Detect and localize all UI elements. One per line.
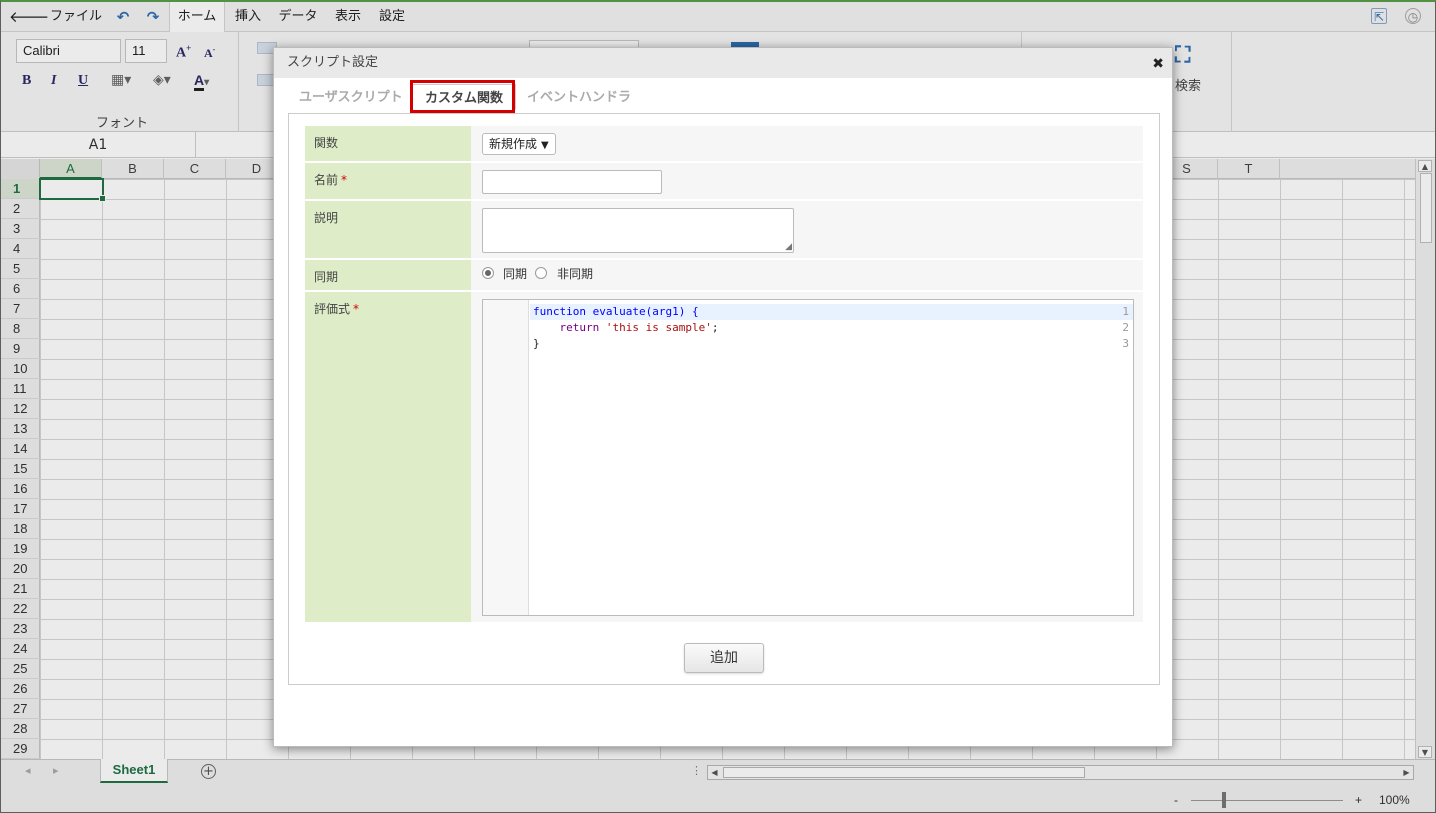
resize-grip-icon[interactable]: ◢ [785, 242, 792, 252]
name-row: 名前 * [305, 163, 1143, 199]
line-number: 2 [1122, 321, 1129, 334]
code-editor[interactable]: 1 2 3 function evaluate(arg1) { return '… [482, 299, 1134, 616]
async-radio-label[interactable]: 非同期 [557, 265, 593, 282]
tab-highlight-box [410, 80, 515, 113]
function-row: 関数 新規作成 ▼ [305, 126, 1143, 161]
custom-function-panel: 関数 新規作成 ▼ 名前 * 説明 ◢ 同期 同期 非同期 評価式 * 1 2 3 [288, 113, 1160, 685]
line-number-gutter [483, 300, 529, 615]
sync-radio[interactable] [482, 267, 494, 279]
tab-user-script[interactable]: ユーザスクリプト [299, 84, 403, 110]
async-radio[interactable] [535, 267, 547, 279]
description-label: 説明 [305, 201, 471, 258]
expression-row: 評価式 * 1 2 3 function evaluate(arg1) { ret… [305, 292, 1143, 622]
sync-radio-label[interactable]: 同期 [503, 265, 527, 282]
dialog-title: スクリプト設定 [274, 48, 1172, 78]
function-label: 関数 [305, 126, 471, 161]
sync-row: 同期 同期 非同期 [305, 260, 1143, 290]
line-number: 1 [1122, 305, 1129, 318]
code-line: return 'this is sample'; [559, 321, 719, 334]
script-settings-dialog: スクリプト設定 ✖ ユーザスクリプト カスタム関数 イベントハンドラ 関数 新規… [273, 47, 1173, 747]
function-select-value: 新規作成 [489, 137, 538, 151]
code-line: function evaluate(arg1) { [533, 305, 699, 318]
code-line: } [533, 337, 540, 350]
close-icon[interactable]: ✖ [1152, 48, 1164, 78]
name-input[interactable] [482, 170, 662, 194]
description-textarea[interactable]: ◢ [482, 208, 794, 253]
sync-label: 同期 [305, 260, 471, 290]
tab-event-handler[interactable]: イベントハンドラ [527, 84, 631, 110]
description-row: 説明 ◢ [305, 201, 1143, 258]
chevron-down-icon: ▼ [541, 140, 549, 151]
line-number: 3 [1122, 337, 1129, 350]
name-label: 名前 * [305, 163, 471, 199]
expression-label: 評価式 * [305, 292, 471, 622]
function-select[interactable]: 新規作成 ▼ [482, 133, 556, 155]
add-button[interactable]: 追加 [684, 643, 764, 673]
